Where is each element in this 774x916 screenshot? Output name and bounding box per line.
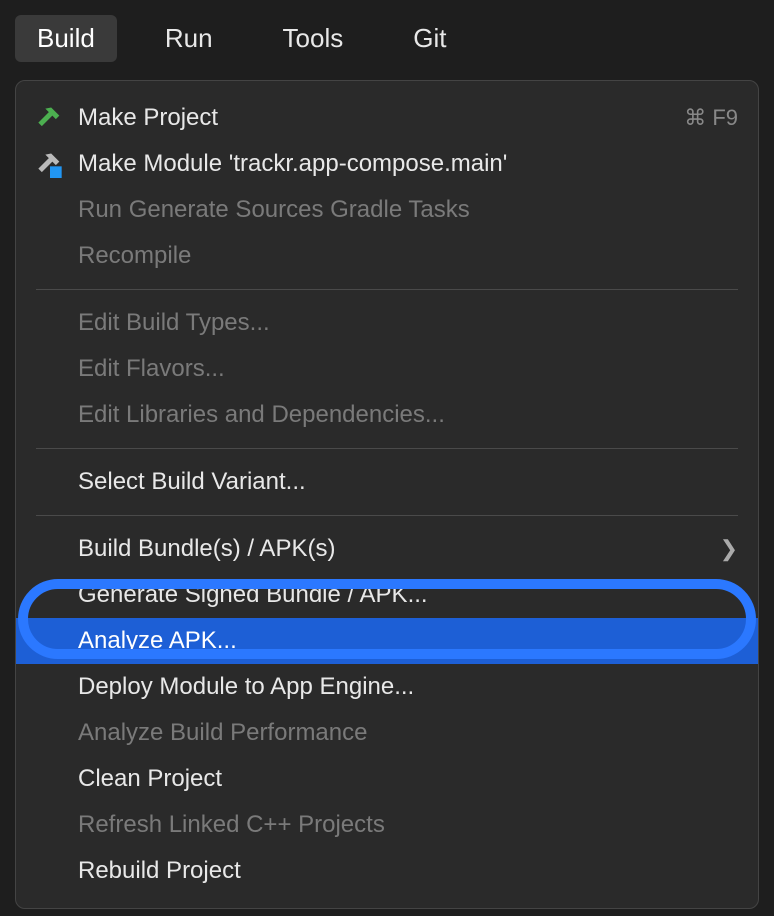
hammer-icon xyxy=(36,104,78,132)
menu-separator xyxy=(36,289,738,290)
menu-run-generate-sources: Run Generate Sources Gradle Tasks xyxy=(16,187,758,233)
menu-label: Rebuild Project xyxy=(78,857,738,885)
menu-analyze-apk[interactable]: Analyze APK... xyxy=(16,618,758,664)
build-dropdown-menu: Make Project ⌘ F9 Make Module 'trackr.ap… xyxy=(15,80,759,909)
menubar: Build Run Tools Git xyxy=(0,0,774,72)
menu-label: Refresh Linked C++ Projects xyxy=(78,811,738,839)
menu-clean-project[interactable]: Clean Project xyxy=(16,756,758,802)
menu-make-module[interactable]: Make Module 'trackr.app-compose.main' xyxy=(16,141,758,187)
menu-edit-libraries: Edit Libraries and Dependencies... xyxy=(16,392,758,438)
menu-label: Edit Libraries and Dependencies... xyxy=(78,401,738,429)
menu-label: Generate Signed Bundle / APK... xyxy=(78,581,738,609)
menu-refresh-cpp: Refresh Linked C++ Projects xyxy=(16,802,758,848)
menu-label: Make Project xyxy=(78,104,684,132)
menu-label: Build Bundle(s) / APK(s) xyxy=(78,535,720,563)
menu-make-project[interactable]: Make Project ⌘ F9 xyxy=(16,95,758,141)
menubar-tools[interactable]: Tools xyxy=(261,15,366,62)
menu-label: Clean Project xyxy=(78,765,738,793)
menu-rebuild-project[interactable]: Rebuild Project xyxy=(16,848,758,894)
menu-deploy-module[interactable]: Deploy Module to App Engine... xyxy=(16,664,758,710)
menu-recompile: Recompile xyxy=(16,233,758,279)
menu-label: Edit Flavors... xyxy=(78,355,738,383)
menu-select-build-variant[interactable]: Select Build Variant... xyxy=(16,459,758,505)
menu-build-bundles[interactable]: Build Bundle(s) / APK(s) ❯ xyxy=(16,526,758,572)
menu-label: Recompile xyxy=(78,242,738,270)
menubar-run[interactable]: Run xyxy=(143,15,235,62)
menu-label: Analyze APK... xyxy=(78,627,738,655)
hammer-module-icon xyxy=(36,150,78,178)
menu-label: Edit Build Types... xyxy=(78,309,738,337)
menu-edit-build-types: Edit Build Types... xyxy=(16,300,758,346)
menu-generate-signed[interactable]: Generate Signed Bundle / APK... xyxy=(16,572,758,618)
menu-separator xyxy=(36,448,738,449)
menu-label: Analyze Build Performance xyxy=(78,719,738,747)
menu-separator xyxy=(36,515,738,516)
menu-label: Deploy Module to App Engine... xyxy=(78,673,738,701)
menu-analyze-build-performance: Analyze Build Performance xyxy=(16,710,758,756)
menu-label: Make Module 'trackr.app-compose.main' xyxy=(78,150,738,178)
menu-edit-flavors: Edit Flavors... xyxy=(16,346,758,392)
chevron-right-icon: ❯ xyxy=(720,536,738,562)
menu-shortcut: ⌘ F9 xyxy=(684,105,738,131)
menu-label: Run Generate Sources Gradle Tasks xyxy=(78,196,738,224)
menubar-build[interactable]: Build xyxy=(15,15,117,62)
menu-label: Select Build Variant... xyxy=(78,468,738,496)
menubar-git[interactable]: Git xyxy=(391,15,468,62)
